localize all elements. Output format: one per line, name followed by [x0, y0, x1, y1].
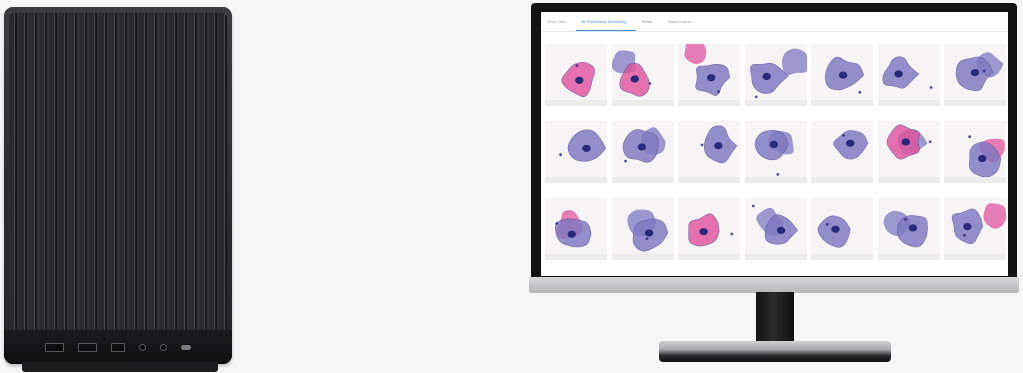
thumbnail-footer [944, 100, 1006, 106]
thumbnail-footer [611, 100, 674, 106]
tower-vent-grille [9, 13, 227, 331]
thumbnail-footer [678, 177, 740, 183]
cell-thumbnail[interactable] [678, 44, 740, 106]
tab-ai-preliminary-screening[interactable]: AI Preliminary Screening [575, 15, 636, 31]
usb-port-icon[interactable] [45, 342, 64, 352]
audio-jack-icon[interactable] [139, 343, 146, 351]
tower-foot [22, 362, 218, 372]
thumbnail-footer [877, 254, 940, 260]
thumbnail-footer [944, 254, 1006, 260]
cell-thumbnail[interactable] [545, 198, 607, 260]
cell-thumbnail[interactable] [611, 198, 674, 260]
monitor-stand-base [659, 341, 891, 362]
cell-thumbnail[interactable] [744, 198, 807, 260]
audio-jack-icon[interactable] [160, 343, 167, 351]
cell-thumbnail[interactable] [744, 121, 807, 183]
cell-thumbnail[interactable] [545, 44, 607, 106]
cell-thumbnail[interactable] [811, 198, 873, 260]
usb-port-icon[interactable] [78, 342, 97, 352]
thumbnail-footer [545, 100, 607, 106]
cell-image-grid [545, 44, 1006, 276]
thumbnail-footer [944, 177, 1006, 183]
thumbnail-footer [744, 100, 807, 106]
monitor-chin [529, 277, 1019, 293]
cell-thumbnail[interactable] [811, 44, 873, 106]
cell-thumbnail[interactable] [678, 121, 740, 183]
tab-bar: Slide View AI Preliminary Screening Note… [541, 12, 1008, 32]
thumbnail-footer [811, 177, 873, 183]
power-button-icon[interactable] [181, 344, 191, 350]
usb-c-port-icon[interactable] [111, 342, 125, 352]
thumbnail-footer [744, 177, 807, 183]
cell-thumbnail[interactable] [811, 121, 873, 183]
cell-thumbnail[interactable] [877, 198, 940, 260]
thumbnail-footer [877, 100, 940, 106]
cell-thumbnail[interactable] [744, 44, 807, 106]
thumbnail-footer [678, 100, 740, 106]
thumbnail-footer [545, 254, 607, 260]
cell-thumbnail[interactable] [611, 44, 674, 106]
thumbnail-footer [811, 100, 873, 106]
tab-batch-export[interactable]: Batch Export [662, 15, 701, 31]
cell-thumbnail[interactable] [877, 44, 940, 106]
thumbnail-footer [678, 254, 740, 260]
workstation-tower [4, 7, 232, 364]
tab-slide-view[interactable]: Slide View [541, 15, 576, 31]
thumbnail-footer [744, 254, 807, 260]
monitor-screen: Slide View AI Preliminary Screening Note… [541, 12, 1008, 276]
cell-thumbnail[interactable] [944, 198, 1006, 260]
thumbnail-footer [611, 254, 674, 260]
cell-thumbnail[interactable] [944, 44, 1006, 106]
thumbnail-footer [877, 177, 940, 183]
thumbnail-footer [811, 254, 873, 260]
cell-thumbnail[interactable] [611, 121, 674, 183]
thumbnail-footer [545, 177, 607, 183]
cell-thumbnail[interactable] [545, 121, 607, 183]
cell-thumbnail[interactable] [877, 121, 940, 183]
tab-notes[interactable]: Notes [636, 15, 662, 31]
tower-front-io-panel [4, 330, 232, 364]
cell-thumbnail[interactable] [678, 198, 740, 260]
monitor-stand-neck [756, 292, 794, 344]
cell-thumbnail[interactable] [944, 121, 1006, 183]
thumbnail-footer [611, 177, 674, 183]
